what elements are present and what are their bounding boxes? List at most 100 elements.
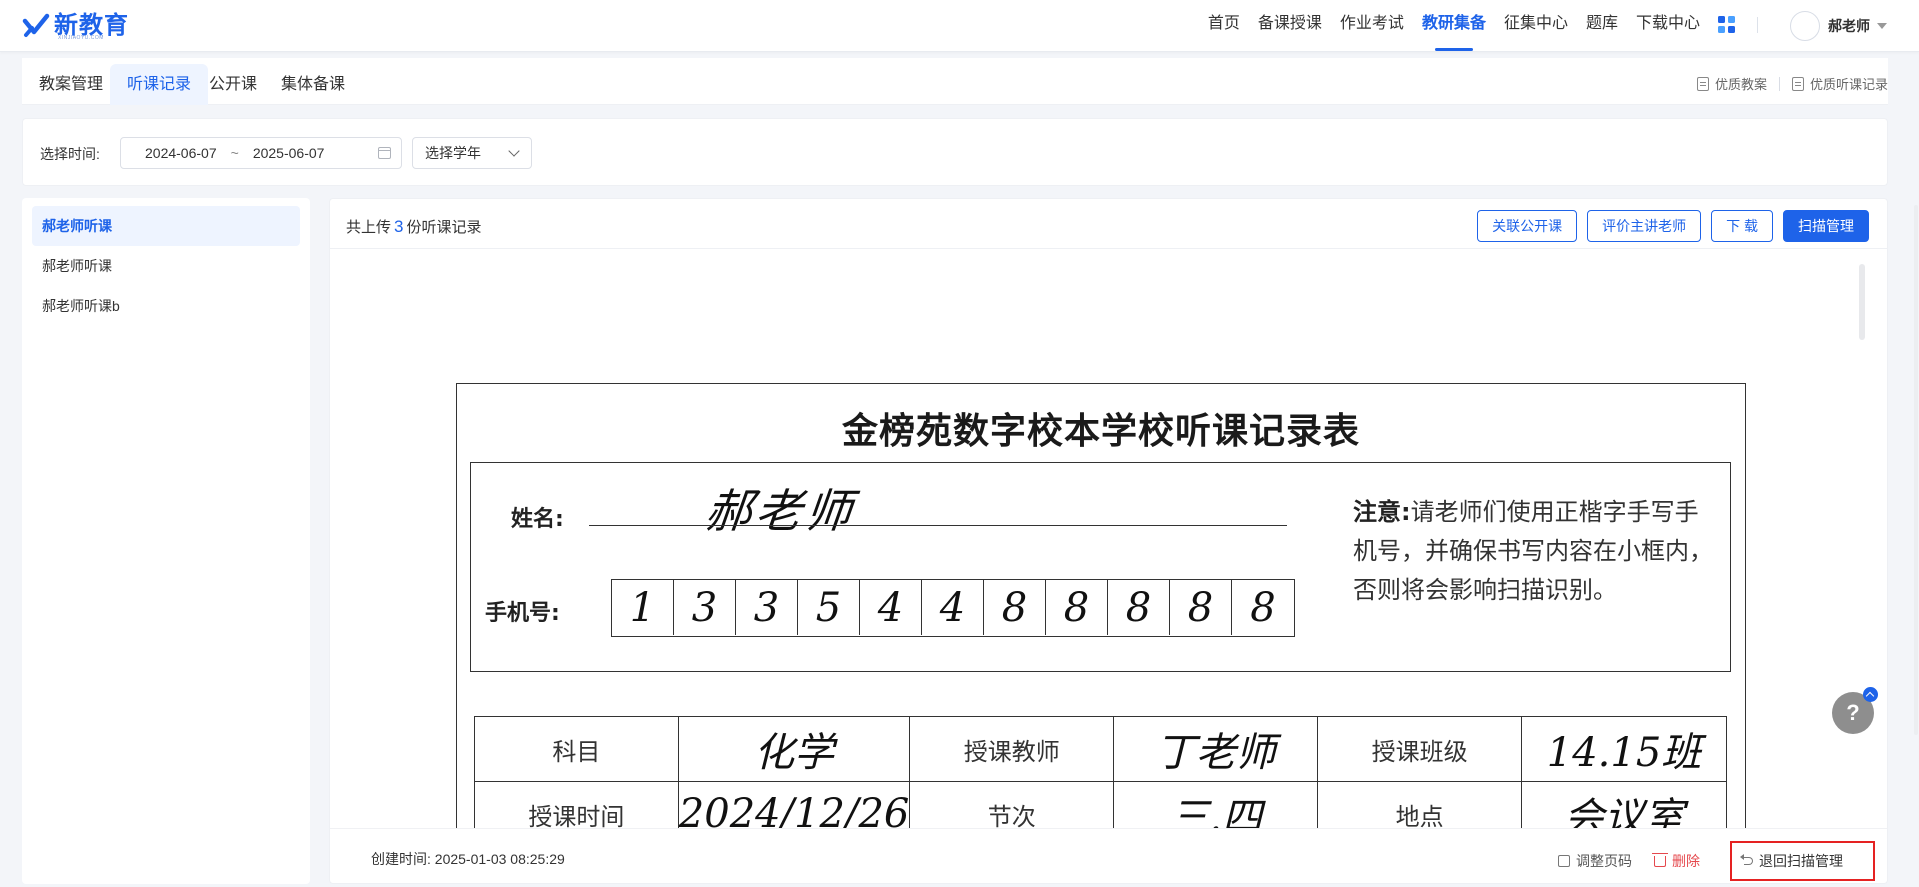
apps-grid-icon[interactable] xyxy=(1718,16,1735,33)
link-open-class-button[interactable]: 关联公开课 xyxy=(1477,210,1578,242)
nav-teaching-research[interactable]: 教研集备 xyxy=(1422,0,1486,52)
logo-subtext: XINJIAOYU.COM xyxy=(58,35,104,41)
tab-open-class[interactable]: 公开课 xyxy=(192,64,274,105)
sheet-note: 注意:请老师们使用正楷字手写手机号，并确保书写内容在小框内，否则将会影响扫描识别… xyxy=(1353,493,1713,610)
user-menu[interactable]: 郝老师 xyxy=(1790,9,1887,43)
nav-lesson-prep[interactable]: 备课授课 xyxy=(1258,0,1322,52)
name-underline xyxy=(589,525,1287,526)
adjust-page-label: 调整页码 xyxy=(1576,853,1632,869)
adjust-page-button[interactable]: 调整页码 xyxy=(1558,851,1632,871)
phone-digit-boxes: 1 3 3 5 4 4 8 8 8 8 8 xyxy=(611,579,1295,637)
table-cell: 授课时间 xyxy=(474,781,679,828)
date-end[interactable]: 2025-06-07 xyxy=(253,145,325,161)
delete-label: 删除 xyxy=(1672,853,1700,869)
document-icon xyxy=(1791,76,1804,91)
table-row: 科目 化学 授课教师 丁老师 授课班级 14.15班 xyxy=(474,716,1727,782)
viewer-scrollbar[interactable] xyxy=(1859,264,1865,340)
top-header: 新教育 XINJIAOYU.COM 首页 备课授课 作业考试 教研集备 征集中心… xyxy=(0,0,1919,52)
phone-digit: 3 xyxy=(674,580,736,635)
table-cell: 授课教师 xyxy=(909,716,1115,782)
detail-actions: 关联公开课 评价主讲老师 下 载 扫描管理 xyxy=(1467,210,1869,242)
table-cell: 地点 xyxy=(1317,781,1523,828)
phone-digit: 5 xyxy=(798,580,860,635)
phone-digit: 1 xyxy=(612,580,674,635)
date-separator: ~ xyxy=(230,145,239,161)
table-row: 授课时间 2024/12/26 节次 三.四 地点 会议室 xyxy=(474,781,1727,828)
logo[interactable]: 新教育 XINJIAOYU.COM xyxy=(22,9,129,43)
table-cell: 三.四 xyxy=(1113,781,1319,828)
upload-count: 共上传 3 份听课记录 xyxy=(346,216,482,237)
chevron-down-icon xyxy=(508,145,520,157)
back-to-scan-label: 退回扫描管理 xyxy=(1759,853,1843,869)
nav-collection-center[interactable]: 征集中心 xyxy=(1504,0,1568,52)
table-cell: 会议室 xyxy=(1521,781,1727,828)
list-item[interactable]: 郝老师听课 xyxy=(32,206,300,246)
table-cell: 节次 xyxy=(909,781,1115,828)
logo-mark-icon xyxy=(22,12,50,40)
filter-bar: 选择时间: 2024-06-07 ~ 2025-06-07 选择学年 xyxy=(22,118,1888,186)
user-name: 郝老师 xyxy=(1828,18,1870,34)
table-cell: 14.15班 xyxy=(1521,716,1727,782)
delete-button[interactable]: 删除 xyxy=(1652,851,1700,871)
count-number: 3 xyxy=(394,217,404,236)
quality-lesson-plan-link[interactable]: 优质教案 xyxy=(1696,74,1767,93)
scan-viewer[interactable]: 金榜苑数字校本学校听课记录表 姓名: 郝老师 手机号: 1 3 3 5 4 4 … xyxy=(330,250,1887,828)
nav-download-center[interactable]: 下载中心 xyxy=(1636,0,1700,52)
phone-digit: 8 xyxy=(1170,580,1232,635)
quality-observation-link[interactable]: 优质听课记录 xyxy=(1791,74,1888,93)
document-icon xyxy=(1696,76,1709,91)
header-divider xyxy=(1757,17,1758,33)
date-range-picker[interactable]: 2024-06-07 ~ 2025-06-07 xyxy=(120,137,402,169)
phone-digit: 8 xyxy=(1108,580,1170,635)
phone-digit: 8 xyxy=(1250,585,1276,631)
phone-digit: 4 xyxy=(922,580,984,635)
scanned-sheet: 金榜苑数字校本学校听课记录表 姓名: 郝老师 手机号: 1 3 3 5 4 4 … xyxy=(456,383,1746,828)
link-separator xyxy=(1778,76,1780,91)
subtabs-right-links: 优质教案 优质听课记录 xyxy=(1696,74,1888,93)
school-year-value: 选择学年 xyxy=(425,145,481,161)
phone-digit: 8 xyxy=(1046,580,1108,635)
name-label: 姓名: xyxy=(511,507,564,532)
evaluate-teacher-button[interactable]: 评价主讲老师 xyxy=(1587,210,1702,242)
nav-question-bank[interactable]: 题库 xyxy=(1586,0,1618,52)
created-label: 创建时间: xyxy=(371,851,431,867)
school-year-select[interactable]: 选择学年 xyxy=(412,137,532,169)
note-bold: 注意: xyxy=(1353,498,1411,526)
teacher-info-box: 姓名: 郝老师 手机号: 1 3 3 5 4 4 8 8 8 8 8 注意:请老… xyxy=(470,462,1731,672)
class-info-table: 科目 化学 授课教师 丁老师 授课班级 14.15班 授课时间 2024/12/… xyxy=(474,716,1727,828)
phone-digit: 8 xyxy=(984,580,1046,635)
download-button[interactable]: 下 载 xyxy=(1711,210,1773,242)
table-cell: 丁老师 xyxy=(1113,716,1319,782)
created-time: 创建时间: 2025-01-03 08:25:29 xyxy=(371,849,565,869)
scroll-top-icon[interactable] xyxy=(1863,687,1878,702)
back-to-scan-manage-button[interactable]: 退回扫描管理 xyxy=(1730,841,1875,881)
phone-label: 手机号: xyxy=(485,601,560,626)
list-item[interactable]: 郝老师听课b xyxy=(32,286,300,326)
quality-lesson-plan-label: 优质教案 xyxy=(1714,77,1767,92)
phone-digit: 3 xyxy=(736,580,798,635)
quality-observation-label: 优质听课记录 xyxy=(1809,77,1888,92)
name-handwritten: 郝老师 xyxy=(702,484,859,538)
page-icon xyxy=(1558,855,1570,867)
scan-manage-button[interactable]: 扫描管理 xyxy=(1783,210,1869,242)
nav-home[interactable]: 首页 xyxy=(1208,0,1240,52)
trash-icon xyxy=(1652,852,1668,867)
footer-actions: 调整页码 删除 退回扫描管理 xyxy=(1536,841,1875,881)
undo-icon xyxy=(1740,854,1753,865)
phone-digit: 4 xyxy=(860,580,922,635)
calendar-icon xyxy=(378,147,391,159)
date-start[interactable]: 2024-06-07 xyxy=(145,145,217,161)
nav-homework-exam[interactable]: 作业考试 xyxy=(1340,0,1404,52)
avatar xyxy=(1790,11,1820,41)
table-cell: 2024/12/26 xyxy=(677,781,911,828)
record-list: 郝老师听课 郝老师听课 郝老师听课b xyxy=(22,198,310,884)
table-cell: 科目 xyxy=(474,716,679,782)
list-item[interactable]: 郝老师听课 xyxy=(32,246,300,286)
page-scrollbar[interactable] xyxy=(1914,205,1918,735)
detail-header: 共上传 3 份听课记录 关联公开课 评价主讲老师 下 载 扫描管理 xyxy=(330,199,1887,249)
table-cell: 化学 xyxy=(677,716,911,782)
tab-lesson-plan[interactable]: 教案管理 xyxy=(22,64,120,105)
caret-down-icon xyxy=(1877,23,1887,29)
time-filter-label: 选择时间: xyxy=(40,146,100,162)
tab-group-prep[interactable]: 集体备课 xyxy=(264,64,362,105)
